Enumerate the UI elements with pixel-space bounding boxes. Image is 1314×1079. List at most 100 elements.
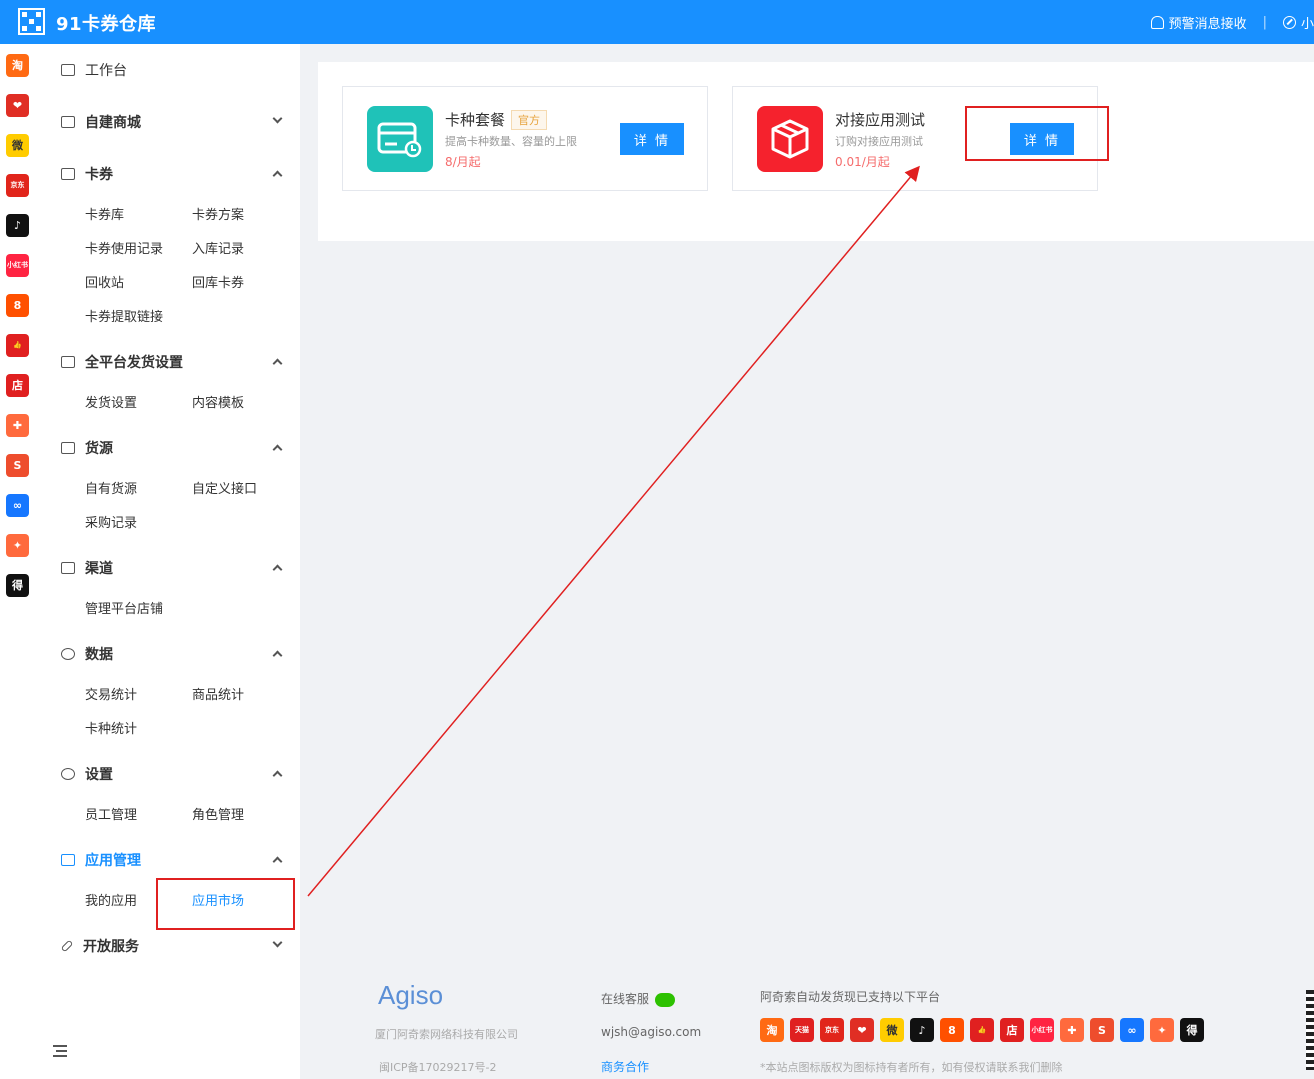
cube-icon-graphic [771, 119, 809, 159]
sidebar-section-label: 数据 [85, 647, 113, 663]
app-description: 订购对接应用测试 [835, 135, 923, 148]
sidebar-item-workbench[interactable]: 工作台 [61, 60, 127, 80]
coupon-icon [61, 168, 75, 180]
sidebar-item-role-management[interactable]: 角色管理 [192, 804, 244, 823]
monitor-icon [61, 64, 75, 76]
cube-icon [757, 106, 823, 172]
pie-chart-icon [61, 648, 75, 660]
footer-email[interactable]: wjsh@agiso.com [601, 1025, 701, 1039]
sidebar-section-data[interactable]: 数据 [61, 644, 113, 664]
sidebar-item-returned-coupons[interactable]: 回库卡券 [192, 272, 244, 291]
sidebar-item-stock-in-records[interactable]: 入库记录 [192, 238, 244, 257]
chevron-down-icon[interactable] [272, 937, 283, 948]
thumbs-up-icon[interactable]: 👍 [6, 334, 29, 357]
user-menu[interactable]: 小 [1282, 13, 1314, 32]
weimob-icon[interactable]: 微 [6, 134, 29, 157]
gift-icon: ✦ [1150, 1018, 1174, 1042]
cart-icon [61, 442, 75, 454]
app-name-text: 对接应用测试 [835, 111, 926, 129]
footer-business-link[interactable]: 商务合作 [601, 1058, 649, 1075]
chevron-up-icon[interactable] [272, 444, 283, 455]
qr-code-icon[interactable] [1306, 990, 1314, 1070]
kuaishou-icon: 8 [940, 1018, 964, 1042]
chevron-up-icon[interactable] [272, 856, 283, 867]
taobao-icon: 淘 [760, 1018, 784, 1042]
jd-icon[interactable]: 京东 [6, 174, 29, 197]
pinduoduo-icon[interactable]: ❤ [6, 94, 29, 117]
sidebar-item-staff-management[interactable]: 员工管理 [85, 804, 137, 823]
app-description: 提高卡种数量、容量的上限 [445, 135, 577, 148]
gift-icon[interactable]: ✦ [6, 534, 29, 557]
sidebar-section-settings[interactable]: 设置 [61, 764, 113, 784]
footer-brand: Agiso [378, 980, 444, 1010]
dewu-icon: 得 [1180, 1018, 1204, 1042]
bag-icon[interactable]: ✚ [6, 414, 29, 437]
footer-service-label: 在线客服 [601, 992, 650, 1006]
chevron-up-icon[interactable] [272, 170, 283, 181]
sidebar-section-label: 渠道 [85, 561, 113, 577]
detail-button[interactable]: 详 情 [620, 123, 684, 155]
douyin-icon[interactable]: ♪ [6, 214, 29, 237]
sidebar-section-label: 应用管理 [85, 853, 141, 869]
top-header: 91卡券仓库 预警消息接收 | 小 [0, 0, 1314, 44]
sidebar-item-purchase-records[interactable]: 采购记录 [85, 512, 137, 531]
shop-icon[interactable]: 店 [6, 374, 29, 397]
sidebar-section-coupons[interactable]: 卡券 [61, 164, 113, 184]
sidebar-item-trade-stats[interactable]: 交易统计 [85, 684, 137, 703]
sidebar-item-recycle-bin[interactable]: 回收站 [85, 272, 124, 291]
sidebar-item-custom-api[interactable]: 自定义接口 [192, 478, 257, 497]
sidebar-item-own-supply[interactable]: 自有货源 [85, 478, 137, 497]
official-badge: 官方 [511, 109, 548, 130]
sidebar-section-label: 开放服务 [83, 939, 139, 955]
sidebar-item-coupon-plan[interactable]: 卡券方案 [192, 204, 244, 223]
sidebar-section-label: 设置 [85, 767, 113, 783]
taobao-icon[interactable]: 淘 [6, 54, 29, 77]
grid-icon [61, 356, 75, 368]
alert-settings-link[interactable]: 预警消息接收 [1150, 13, 1247, 32]
sidebar-section-delivery[interactable]: 全平台发货设置 [61, 352, 183, 372]
footer-icp[interactable]: 闽ICP备17029217号-2 [379, 1059, 497, 1075]
link-icon: ∞ [1120, 1018, 1144, 1042]
footer-disclaimer: *本站点图标版权为图标持有者所有，如有侵权请联系我们删除 [760, 1061, 1063, 1074]
chevron-down-icon[interactable] [272, 113, 283, 124]
chevron-up-icon[interactable] [272, 770, 283, 781]
app-title: 91卡券仓库 [56, 14, 157, 35]
bell-icon [1150, 16, 1164, 29]
link-icon[interactable]: ∞ [6, 494, 29, 517]
chevron-up-icon[interactable] [272, 564, 283, 575]
sidebar-item-coupon-usage[interactable]: 卡券使用记录 [85, 238, 163, 257]
collapse-sidebar-icon[interactable] [53, 1045, 67, 1057]
sidebar-section-label: 卡券 [85, 167, 113, 183]
sidebar-section-supply[interactable]: 货源 [61, 438, 113, 458]
annotation-highlight-detail [965, 106, 1109, 161]
kuaishou-icon[interactable]: 8 [6, 294, 29, 317]
link-icon [60, 939, 74, 953]
sidebar-section-open-services[interactable]: 开放服务 [60, 936, 139, 956]
alert-label: 预警消息接收 [1168, 17, 1247, 32]
dewu-icon[interactable]: 得 [6, 574, 29, 597]
wechat-icon [655, 992, 676, 1007]
shopee-icon[interactable]: S [6, 454, 29, 477]
app-name-text: 卡种套餐 [445, 111, 506, 129]
footer-online-service[interactable]: 在线客服 [601, 990, 676, 1007]
thumbs-up-icon: 👍 [970, 1018, 994, 1042]
sidebar-item-coupon-extract-link[interactable]: 卡券提取链接 [85, 306, 163, 325]
sidebar-item-card-type-stats[interactable]: 卡种统计 [85, 718, 137, 737]
sidebar-item-manage-shops[interactable]: 管理平台店铺 [85, 598, 163, 617]
sidebar-item-delivery-settings[interactable]: 发货设置 [85, 392, 137, 411]
sidebar-section-channels[interactable]: 渠道 [61, 558, 113, 578]
page-footer: Agiso 厦门阿奇索网络科技有限公司 闽ICP备17029217号-2 在线客… [300, 962, 1314, 1079]
sidebar-section-app-management[interactable]: 应用管理 [61, 850, 141, 870]
sidebar-item-content-template[interactable]: 内容模板 [192, 392, 244, 411]
app-market-panel: 卡种套餐 官方 提高卡种数量、容量的上限 8/月起 详 情 对接应用测试 订购对… [318, 62, 1314, 241]
footer-company: 厦门阿奇索网络科技有限公司 [375, 1028, 518, 1041]
sidebar-item-coupon-library[interactable]: 卡券库 [85, 204, 124, 223]
sidebar-section-label: 自建商城 [85, 115, 141, 131]
chevron-up-icon[interactable] [272, 650, 283, 661]
sidebar-item-my-apps[interactable]: 我的应用 [85, 890, 137, 909]
sidebar-item-product-stats[interactable]: 商品统计 [192, 684, 244, 703]
chevron-up-icon[interactable] [272, 358, 283, 369]
sidebar-section-mall[interactable]: 自建商城 [61, 112, 141, 132]
xiaohongshu-icon[interactable]: 小红书 [6, 254, 29, 277]
sidebar-item-label: 工作台 [85, 63, 127, 79]
